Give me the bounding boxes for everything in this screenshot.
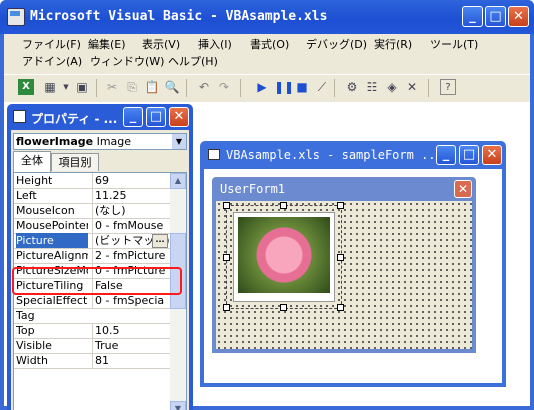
object-type: Image xyxy=(96,135,132,148)
view-excel-icon[interactable]: X xyxy=(18,79,34,95)
toolbar-separator xyxy=(96,79,97,97)
property-row[interactable]: Top 10.5 xyxy=(14,323,170,339)
title-bar: Microsoft Visual Basic - VBAsample.xls _… xyxy=(0,0,534,34)
close-button[interactable]: ✕ xyxy=(508,6,529,27)
design-mode-icon[interactable]: ⟋ xyxy=(314,79,330,95)
window-title: Microsoft Visual Basic - VBAsample.xls xyxy=(30,9,328,24)
paste-icon[interactable]: 📋 xyxy=(144,79,160,95)
menu-tools[interactable]: ツール(T) xyxy=(430,36,478,54)
flower-photo xyxy=(238,217,330,293)
resize-handle[interactable] xyxy=(337,254,344,261)
browse-picture-button[interactable]: ... xyxy=(152,234,168,248)
insert-userform-icon[interactable]: ▦ xyxy=(42,79,58,95)
run-icon[interactable]: ▶ xyxy=(254,79,270,95)
property-row[interactable]: PictureAlignment2 - fmPicture xyxy=(14,248,170,264)
object-browser-icon[interactable]: ◈ xyxy=(384,79,400,95)
form-maximize-button[interactable]: □ xyxy=(459,145,479,165)
form-close-button[interactable]: ✕ xyxy=(482,145,502,165)
copy-icon[interactable]: ⎘ xyxy=(124,79,140,95)
userform[interactable]: UserForm1 ✕ xyxy=(212,177,476,353)
menu-edit[interactable]: 編集(E) xyxy=(88,36,126,54)
resize-handle[interactable] xyxy=(337,304,344,311)
userform-title-bar: UserForm1 ✕ xyxy=(212,177,476,201)
flower-image-control[interactable] xyxy=(223,202,344,311)
resize-handle[interactable] xyxy=(280,304,287,311)
resize-handle[interactable] xyxy=(223,202,230,209)
properties-window-icon[interactable]: ☷ xyxy=(364,79,380,95)
form-window-icon xyxy=(208,149,220,160)
property-row[interactable]: Tag xyxy=(14,308,170,324)
toolbox-icon[interactable]: ✕ xyxy=(404,79,420,95)
userform-title: UserForm1 xyxy=(220,182,286,196)
client-area: ファイル(F) 編集(E) 表示(V) 挿入(I) 書式(O) デバッグ(D) … xyxy=(4,34,530,410)
resize-handle[interactable] xyxy=(280,202,287,209)
help-icon[interactable]: ? xyxy=(440,79,456,95)
break-icon[interactable]: ❚❚ xyxy=(274,79,294,95)
property-row[interactable]: SpecialEffect 0 - fmSpecia xyxy=(14,293,170,309)
toolbar-separator xyxy=(334,79,335,97)
object-name: flowerImage xyxy=(16,135,94,148)
properties-window: プロパティ - ... _ □ ✕ flowerImage Image ▼ 全体… xyxy=(7,104,193,410)
scroll-up-icon[interactable]: ▲ xyxy=(170,173,186,189)
properties-title-bar: プロパティ - ... _ □ ✕ xyxy=(7,104,193,130)
cut-icon[interactable]: ✂ xyxy=(104,79,120,95)
property-row-picture[interactable]: Picture (ビットマップ)... xyxy=(14,233,170,249)
scroll-down-icon[interactable]: ▼ xyxy=(170,401,186,410)
find-icon[interactable]: 🔍 xyxy=(164,79,180,95)
image-border xyxy=(233,212,335,302)
resize-handle[interactable] xyxy=(223,304,230,311)
form-designer-title: VBAsample.xls - sampleForm ... xyxy=(226,148,443,162)
menu-run[interactable]: 実行(R) xyxy=(374,36,412,54)
menu-view[interactable]: 表示(V) xyxy=(142,36,180,54)
reset-icon[interactable]: ■ xyxy=(294,79,310,95)
property-row[interactable]: Left 11.25 xyxy=(14,188,170,204)
tab-alphabetic[interactable]: 全体 xyxy=(13,151,51,172)
redo-icon[interactable]: ↷ xyxy=(216,79,232,95)
standard-toolbar: X ▦ ▼ ▣ ✂ ⎘ 📋 🔍 ↶ ↷ ▶ ❚❚ ■ ⟋ ⚙ ☷ ◈ ✕ ? xyxy=(4,74,530,101)
toolbar-separator xyxy=(240,79,241,97)
form-designer-window: VBAsample.xls - sampleForm ... _ □ ✕ Use… xyxy=(200,141,506,387)
property-row[interactable]: Height 69 xyxy=(14,173,170,189)
menu-debug[interactable]: デバッグ(D) xyxy=(306,36,367,54)
menu-help[interactable]: ヘルプ(H) xyxy=(168,53,218,71)
props-maximize-button[interactable]: □ xyxy=(146,107,166,127)
userform-close-button[interactable]: ✕ xyxy=(454,180,472,198)
form-minimize-button[interactable]: _ xyxy=(436,145,456,165)
form-designer-title-bar: VBAsample.xls - sampleForm ... _ □ ✕ xyxy=(200,141,506,169)
picture-highlight-annotation xyxy=(12,267,182,295)
form-designer-body: UserForm1 ✕ xyxy=(204,169,502,383)
save-icon[interactable]: ▣ xyxy=(74,79,90,95)
resize-handle[interactable] xyxy=(223,254,230,261)
properties-title: プロパティ - ... xyxy=(31,112,118,126)
property-row[interactable]: MousePointer 0 - fmMouse xyxy=(14,218,170,234)
undo-icon[interactable]: ↶ xyxy=(196,79,212,95)
property-row[interactable]: Visible True xyxy=(14,338,170,354)
toolbar-separator xyxy=(428,79,429,97)
menu-file[interactable]: ファイル(F) xyxy=(22,36,81,54)
properties-window-icon xyxy=(13,110,26,123)
toolbar-separator xyxy=(186,79,187,97)
project-explorer-icon[interactable]: ⚙ xyxy=(344,79,360,95)
vba-app-icon xyxy=(7,8,25,26)
menu-bar: ファイル(F) 編集(E) 表示(V) 挿入(I) 書式(O) デバッグ(D) … xyxy=(4,34,530,74)
menu-format[interactable]: 書式(O) xyxy=(250,36,289,54)
minimize-button[interactable]: _ xyxy=(462,6,483,27)
props-minimize-button[interactable]: _ xyxy=(123,107,143,127)
object-selector[interactable]: flowerImage Image ▼ xyxy=(13,133,187,150)
resize-handle[interactable] xyxy=(337,202,344,209)
menu-addins[interactable]: アドイン(A) xyxy=(22,53,82,71)
menu-insert[interactable]: 挿入(I) xyxy=(198,36,232,54)
menu-window[interactable]: ウィンドウ(W) xyxy=(90,53,164,71)
maximize-button[interactable]: □ xyxy=(485,6,506,27)
tab-categorized[interactable]: 項目別 xyxy=(51,153,99,171)
main-window: Microsoft Visual Basic - VBAsample.xls _… xyxy=(0,0,534,410)
props-close-button[interactable]: ✕ xyxy=(169,107,189,127)
property-row[interactable]: MouseIcon (なし) xyxy=(14,203,170,219)
dropdown-arrow-icon[interactable]: ▼ xyxy=(58,79,74,95)
chevron-down-icon[interactable]: ▼ xyxy=(172,134,186,149)
property-row[interactable]: Width 81 xyxy=(14,353,170,369)
userform-canvas[interactable] xyxy=(216,201,472,349)
